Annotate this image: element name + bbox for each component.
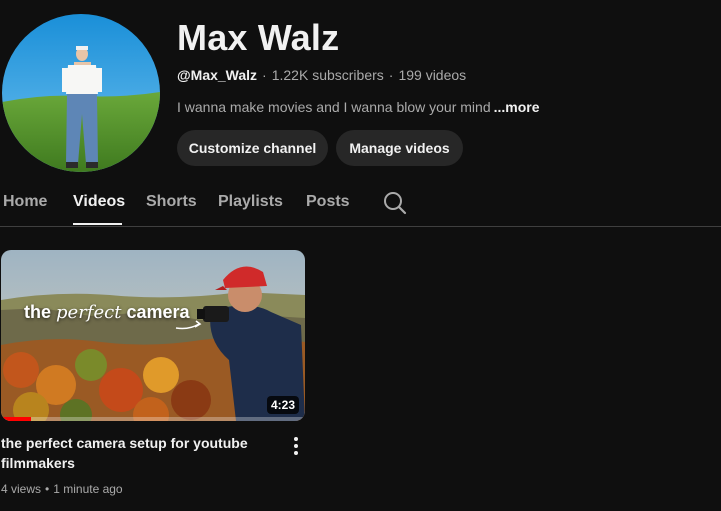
thumbnail-caption: the perfect camera bbox=[24, 302, 190, 323]
channel-handle: @Max_Walz bbox=[177, 67, 258, 83]
active-tab-indicator bbox=[73, 223, 122, 225]
thumbnail-word: the bbox=[24, 302, 51, 322]
customize-channel-button[interactable]: Customize channel bbox=[177, 130, 328, 166]
description-text: I wanna make movies and I wanna blow you… bbox=[177, 99, 491, 115]
view-count: 4 views bbox=[1, 482, 42, 496]
meta-dot: • bbox=[45, 482, 50, 496]
tab-home[interactable]: Home bbox=[3, 192, 47, 212]
thumbnail-image bbox=[1, 250, 305, 421]
avatar-image bbox=[2, 14, 160, 172]
meta-separator: · bbox=[388, 67, 394, 83]
manage-videos-button[interactable]: Manage videos bbox=[336, 130, 463, 166]
meta-separator: · bbox=[262, 67, 267, 83]
channel-description[interactable]: I wanna make movies and I wanna blow you… bbox=[177, 98, 540, 116]
channel-meta: @Max_Walz · 1.22K subscribers · 199 videos bbox=[177, 66, 466, 84]
thumbnail-word: perfect bbox=[56, 302, 122, 323]
video-thumbnail[interactable]: the perfect camera 4:23 bbox=[1, 250, 305, 421]
tab-shorts[interactable]: Shorts bbox=[146, 192, 197, 212]
upload-age: 1 minute ago bbox=[53, 482, 123, 496]
subscriber-count: 1.22K subscribers bbox=[271, 67, 384, 83]
video-count: 199 videos bbox=[398, 67, 467, 83]
video-duration: 4:23 bbox=[266, 396, 299, 414]
more-link[interactable]: ...more bbox=[494, 99, 540, 115]
tab-posts[interactable]: Posts bbox=[306, 192, 350, 212]
channel-tabs: Home Videos Shorts Playlists Posts bbox=[0, 180, 721, 227]
search-icon[interactable] bbox=[382, 190, 408, 216]
channel-name: Max Walz bbox=[177, 17, 340, 58]
tab-videos[interactable]: Videos bbox=[73, 192, 125, 212]
watch-progress-bar bbox=[1, 417, 305, 421]
video-title[interactable]: the perfect camera setup for youtube fil… bbox=[1, 433, 271, 473]
more-vert-icon[interactable] bbox=[286, 434, 306, 458]
channel-avatar[interactable] bbox=[2, 14, 160, 172]
tab-playlists[interactable]: Playlists bbox=[218, 192, 283, 212]
video-meta: 4 views • 1 minute ago bbox=[1, 480, 123, 498]
watch-progress-fill bbox=[1, 417, 32, 421]
channel-page: Max Walz @Max_Walz · 1.22K subscribers · 199… bbox=[0, 0, 721, 511]
thumbnail-word: camera bbox=[126, 302, 190, 322]
